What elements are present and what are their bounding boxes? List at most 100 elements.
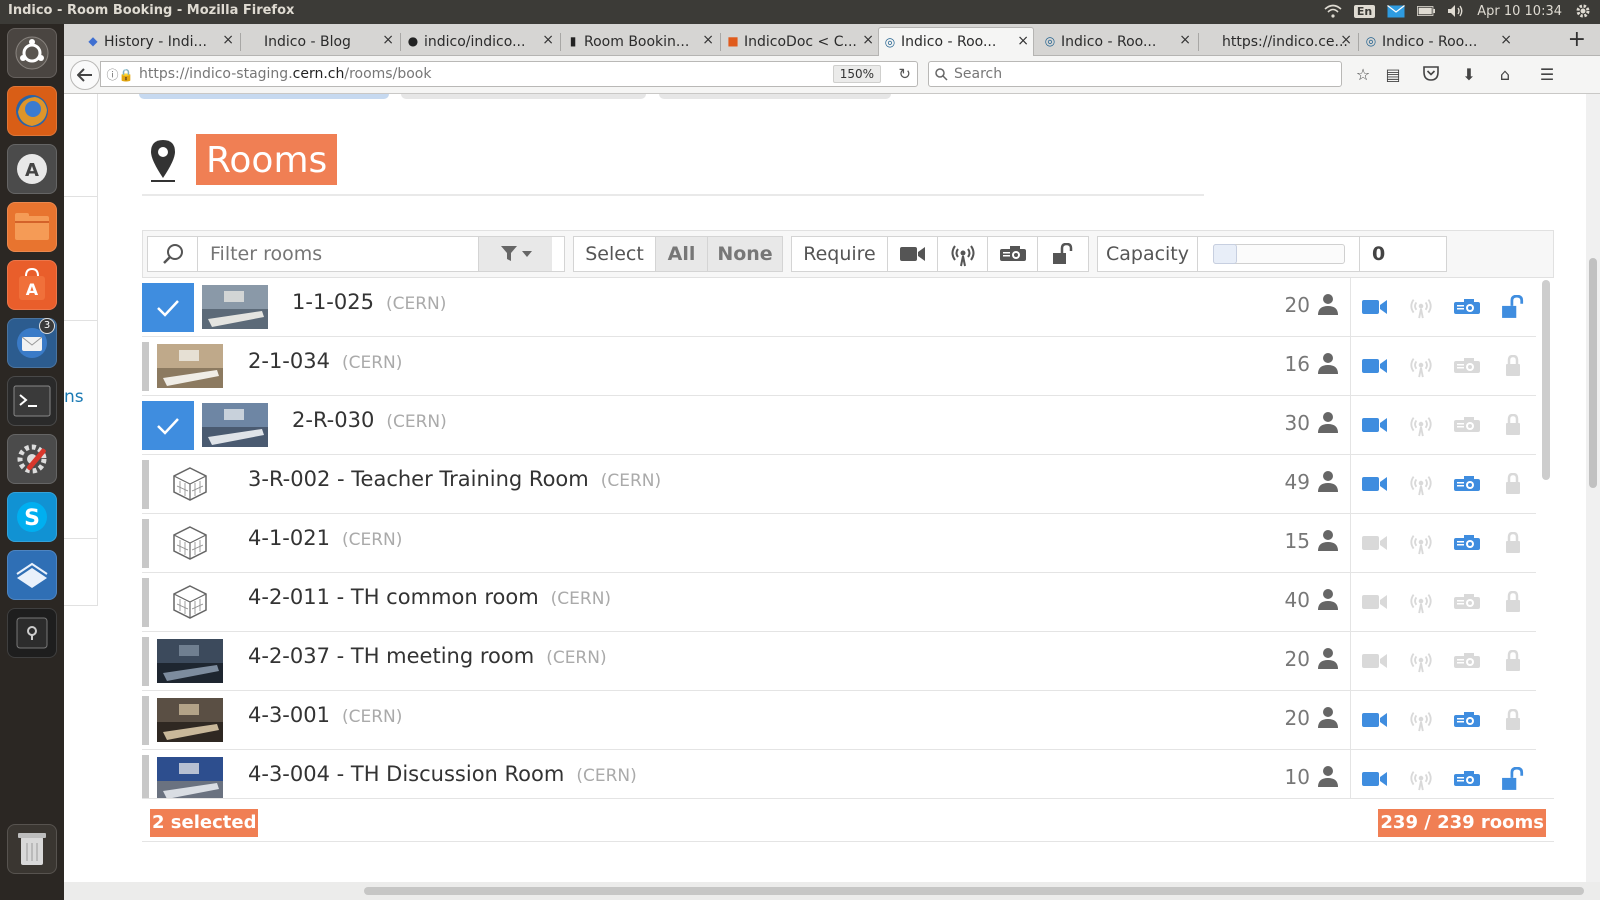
- screen-lock-icon[interactable]: [7, 608, 57, 658]
- drive-sync-icon[interactable]: [7, 550, 57, 600]
- browser-tab[interactable]: ▮ Room Bookin... ×: [562, 27, 718, 56]
- room-row[interactable]: 4-3-004 - TH Discussion Room (CERN) 10: [142, 750, 1536, 798]
- select-none-button[interactable]: None: [708, 237, 782, 271]
- close-tab-icon[interactable]: ×: [1179, 32, 1191, 48]
- home-icon[interactable]: ⌂: [1494, 65, 1516, 85]
- room-row[interactable]: 4-1-021 (CERN) 15: [142, 514, 1536, 573]
- search-input[interactable]: Search: [928, 61, 1342, 87]
- ubuntu-dash-icon[interactable]: [7, 28, 57, 78]
- close-tab-icon[interactable]: ×: [222, 32, 234, 48]
- wifi-icon[interactable]: [1324, 3, 1342, 19]
- close-tab-icon[interactable]: ×: [862, 32, 874, 48]
- room-row[interactable]: 4-2-011 - TH common room (CERN) 40: [142, 573, 1536, 632]
- browser-tab[interactable]: ◆ History - Indi... ×: [82, 27, 238, 56]
- browser-tab[interactable]: ● indico/indico... ×: [402, 27, 558, 56]
- browser-tab[interactable]: ◎ Indico - Roo... ×: [1360, 27, 1516, 56]
- software-updater-icon[interactable]: A: [7, 144, 57, 194]
- close-tab-icon[interactable]: ×: [1500, 32, 1512, 48]
- room-select-handle[interactable]: [142, 342, 149, 391]
- room-name[interactable]: 4-1-021 (CERN): [248, 526, 402, 550]
- room-selected-checkbox[interactable]: [142, 401, 194, 450]
- room-name[interactable]: 2-1-034 (CERN): [248, 349, 402, 373]
- room-name[interactable]: 4-3-004 - TH Discussion Room (CERN): [248, 762, 637, 786]
- browser-tab[interactable]: ◎ Indico - Roo... ×: [878, 27, 1034, 56]
- step-indicator[interactable]: [659, 94, 891, 99]
- side-menu-link[interactable]: ns: [64, 387, 84, 407]
- reading-list-icon[interactable]: ▤: [1382, 65, 1404, 85]
- menu-icon[interactable]: ☰: [1536, 65, 1558, 85]
- horizontal-scrollbar[interactable]: [64, 882, 1600, 900]
- browser-tab[interactable]: ■ IndicoDoc < C... ×: [722, 27, 878, 56]
- battery-icon[interactable]: [1417, 3, 1436, 19]
- room-select-handle[interactable]: [142, 519, 149, 568]
- capacity-value[interactable]: 0: [1360, 237, 1446, 271]
- system-settings-icon[interactable]: [7, 434, 57, 484]
- room-select-handle[interactable]: [142, 755, 149, 798]
- video-conference-icon: [1361, 294, 1389, 320]
- step-indicator-active[interactable]: [139, 94, 389, 99]
- room-row[interactable]: 2-R-030 (CERN) 30: [142, 396, 1536, 455]
- back-button[interactable]: [70, 60, 100, 90]
- page-scrollbar[interactable]: [1586, 94, 1600, 882]
- keyboard-layout-indicator[interactable]: En: [1353, 4, 1376, 18]
- require-label: Require: [792, 237, 888, 271]
- room-row[interactable]: 4-2-037 - TH meeting room (CERN) 20: [142, 632, 1536, 691]
- browser-tab[interactable]: ◎ Indico - Roo... ×: [1039, 27, 1195, 56]
- room-selected-checkbox[interactable]: [142, 283, 194, 332]
- clock[interactable]: Apr 10 10:34: [1477, 4, 1562, 19]
- files-icon[interactable]: [7, 202, 57, 252]
- close-tab-icon[interactable]: ×: [382, 32, 394, 48]
- room-name[interactable]: 2-R-030 (CERN): [292, 408, 447, 432]
- volume-icon[interactable]: [1447, 3, 1465, 19]
- step-indicator[interactable]: [401, 94, 646, 99]
- room-name[interactable]: 4-3-001 (CERN): [248, 703, 402, 727]
- terminal-icon[interactable]: [7, 376, 57, 426]
- capacity-slider-handle[interactable]: [1212, 244, 1237, 264]
- close-tab-icon[interactable]: ×: [1340, 32, 1352, 48]
- site-info-icon[interactable]: ⓘ🔒: [101, 66, 139, 83]
- pocket-icon[interactable]: [1420, 65, 1442, 85]
- browser-tab[interactable]: https://indico.ce... ×: [1200, 27, 1356, 56]
- zoom-level[interactable]: 150%: [832, 65, 881, 83]
- thunderbird-icon[interactable]: 3: [7, 318, 57, 368]
- reload-icon[interactable]: ↻: [898, 65, 911, 83]
- require-unlocked-button[interactable]: [1038, 237, 1088, 271]
- download-icon[interactable]: ⬇: [1458, 65, 1480, 85]
- capacity-slider[interactable]: [1212, 244, 1345, 264]
- trash-icon[interactable]: [7, 824, 57, 874]
- room-row[interactable]: 2-1-034 (CERN) 16: [142, 337, 1536, 396]
- room-select-handle[interactable]: [142, 460, 149, 509]
- room-row[interactable]: 4-3-001 (CERN) 20: [142, 691, 1536, 750]
- url-bar[interactable]: ⓘ🔒 https://indico-staging.cern.ch/rooms/…: [100, 61, 918, 87]
- close-tab-icon[interactable]: ×: [1017, 33, 1029, 49]
- gear-icon[interactable]: [1574, 3, 1592, 19]
- select-all-button[interactable]: All: [656, 237, 708, 271]
- browser-tab[interactable]: Indico - Blog ×: [242, 27, 398, 56]
- mail-icon[interactable]: [1387, 3, 1406, 19]
- skype-icon[interactable]: S: [7, 492, 57, 542]
- room-list-scrollbar-thumb[interactable]: [1542, 280, 1550, 480]
- room-select-handle[interactable]: [142, 578, 149, 627]
- require-webcast-button[interactable]: [938, 237, 988, 271]
- bookmark-star-icon[interactable]: ☆: [1352, 65, 1374, 85]
- new-tab-button[interactable]: +: [1568, 27, 1586, 52]
- room-select-handle[interactable]: [142, 696, 149, 745]
- horizontal-scrollbar-thumb[interactable]: [364, 887, 1584, 895]
- require-vc-button[interactable]: [988, 237, 1038, 271]
- close-tab-icon[interactable]: ×: [702, 32, 714, 48]
- close-tab-icon[interactable]: ×: [542, 32, 554, 48]
- filter-rooms-input[interactable]: [198, 243, 478, 265]
- filter-dropdown-button[interactable]: [478, 237, 552, 271]
- room-list-scrollbar[interactable]: [1538, 278, 1554, 798]
- room-select-handle[interactable]: [142, 637, 149, 686]
- room-row[interactable]: 1-1-025 (CERN) 20: [142, 278, 1536, 337]
- firefox-icon[interactable]: [7, 86, 57, 136]
- require-video-button[interactable]: [888, 237, 938, 271]
- room-name[interactable]: 4-2-011 - TH common room (CERN): [248, 585, 611, 609]
- page-scrollbar-thumb[interactable]: [1589, 258, 1597, 488]
- room-name[interactable]: 3-R-002 - Teacher Training Room (CERN): [248, 467, 661, 491]
- room-name[interactable]: 4-2-037 - TH meeting room (CERN): [248, 644, 607, 668]
- software-center-icon[interactable]: A: [7, 260, 57, 310]
- room-name[interactable]: 1-1-025 (CERN): [292, 290, 446, 314]
- room-row[interactable]: 3-R-002 - Teacher Training Room (CERN) 49: [142, 455, 1536, 514]
